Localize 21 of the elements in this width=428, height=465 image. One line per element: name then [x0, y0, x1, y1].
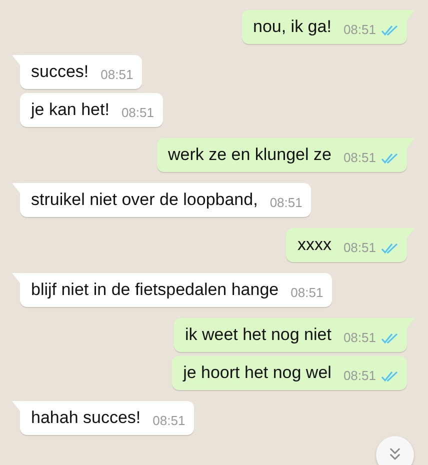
message-time: 08:51: [152, 414, 186, 428]
scroll-down-button[interactable]: [376, 436, 414, 465]
message-time: 08:51: [343, 23, 376, 37]
message-text: hahah succes!: [31, 407, 141, 429]
message-text: xxxx: [297, 234, 332, 256]
message-text: succes!: [31, 61, 89, 83]
message-text: je hoort het nog wel: [183, 362, 332, 384]
message-text: nou, ik ga!: [253, 16, 332, 38]
message-time: 08:51: [343, 151, 376, 165]
message-text: werk ze en klungel ze: [168, 144, 332, 166]
message-text: je kan het!: [31, 99, 110, 121]
message-time: 08:51: [343, 331, 376, 345]
message-time: 08:51: [343, 241, 376, 255]
message-text: blijf niet in de fietspedalen hange: [31, 279, 279, 301]
message-time: 08:51: [270, 196, 302, 210]
message-time: 08:51: [290, 286, 324, 300]
message-text: ik weet het nog niet: [184, 324, 332, 346]
message-time: 08:51: [121, 106, 154, 120]
message-time: 08:51: [343, 369, 376, 383]
message-text: struikel niet over de loopband,: [31, 189, 258, 211]
message-time: 08:51: [100, 68, 134, 82]
